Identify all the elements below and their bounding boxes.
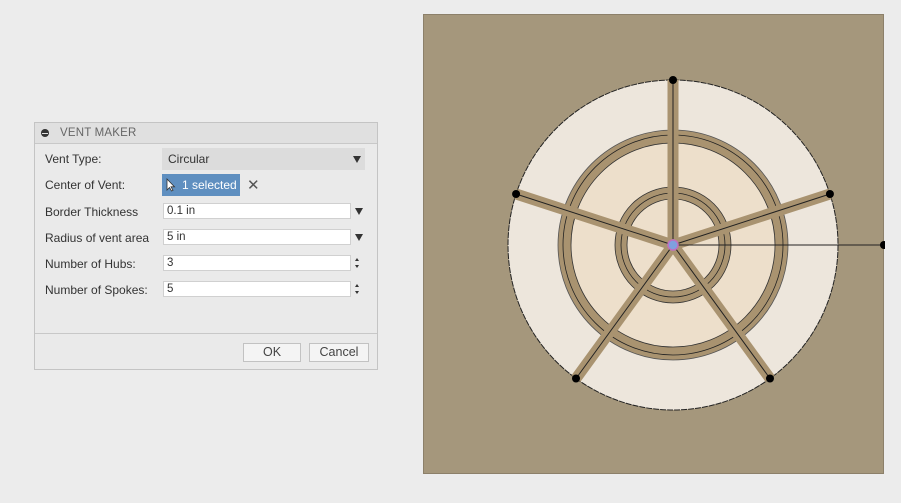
spokes-label: Number of Spokes:: [45, 283, 148, 297]
ok-button[interactable]: OK: [243, 343, 301, 362]
spinner-up-icon[interactable]: [355, 258, 359, 261]
border-thickness-input[interactable]: [163, 203, 351, 219]
arrow-cursor-icon: [166, 178, 176, 192]
dialog-header[interactable]: VENT MAKER: [35, 123, 377, 144]
triangle-down-icon[interactable]: [355, 208, 363, 215]
close-icon[interactable]: ✕: [247, 176, 260, 194]
vent-maker-dialog: VENT MAKER Vent Type: Circular Center of…: [34, 122, 378, 370]
vent-type-value: Circular: [168, 152, 210, 166]
spinner-down-icon[interactable]: [355, 265, 359, 268]
hubs-label: Number of Hubs:: [45, 257, 136, 271]
row-radius: Radius of vent area: [35, 229, 377, 251]
triangle-down-icon[interactable]: [355, 234, 363, 241]
triangle-down-icon: [353, 156, 361, 163]
vent-drawing[interactable]: [424, 15, 885, 475]
center-point: [667, 239, 679, 251]
cancel-button[interactable]: Cancel: [309, 343, 369, 362]
design-canvas[interactable]: [423, 14, 885, 475]
spinner-up-icon[interactable]: [355, 284, 359, 287]
hubs-spinner[interactable]: [353, 255, 363, 271]
spoke-endpoint: [765, 374, 774, 383]
center-selection-chip[interactable]: 1 selected: [162, 174, 240, 196]
spinner-down-icon[interactable]: [355, 291, 359, 294]
dialog-body: Vent Type: Circular Center of Vent: 1 se…: [35, 144, 377, 334]
radius-endpoint: [880, 241, 885, 249]
selection-count: 1 selected: [182, 178, 237, 192]
spoke-endpoint: [572, 374, 581, 383]
row-center-of-vent: Center of Vent: 1 selected ✕: [35, 174, 377, 196]
center-of-vent-label: Center of Vent:: [45, 178, 126, 192]
vent-type-label: Vent Type:: [45, 152, 102, 166]
row-vent-type: Vent Type: Circular: [35, 148, 377, 170]
spoke-endpoint: [825, 190, 834, 199]
vent-type-dropdown[interactable]: Circular: [162, 148, 365, 170]
row-hubs: Number of Hubs:: [35, 255, 377, 277]
spokes-spinner[interactable]: [353, 281, 363, 297]
row-spokes: Number of Spokes:: [35, 281, 377, 303]
spoke-endpoint: [512, 190, 521, 199]
dialog-title: VENT MAKER: [60, 127, 137, 139]
radius-input[interactable]: [163, 229, 351, 245]
spoke-endpoint: [669, 76, 677, 84]
spokes-input[interactable]: [163, 281, 351, 297]
dialog-footer: OK Cancel: [35, 334, 377, 369]
row-border-thickness: Border Thickness: [35, 203, 377, 225]
radius-label: Radius of vent area: [45, 231, 150, 245]
minus-circle-icon[interactable]: [41, 129, 49, 137]
border-thickness-label: Border Thickness: [45, 205, 139, 219]
hubs-input[interactable]: [163, 255, 351, 271]
